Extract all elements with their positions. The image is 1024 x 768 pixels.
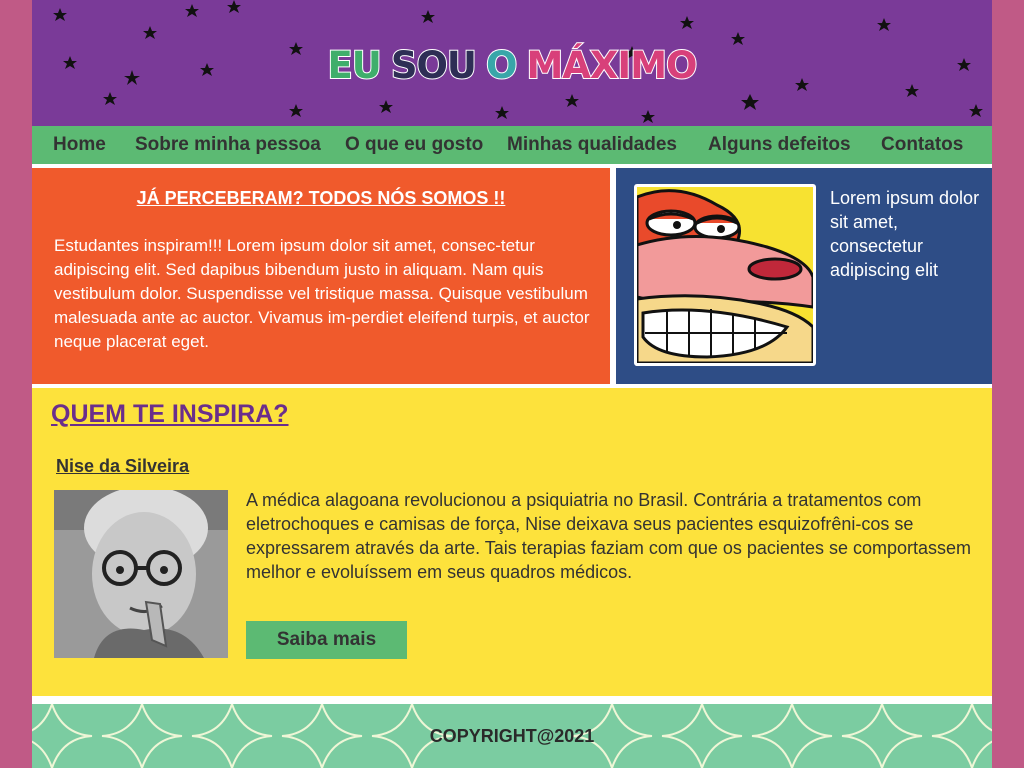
nav-item-gosto[interactable]: O que eu gosto [345, 134, 483, 156]
logo-word-3: O [485, 43, 519, 88]
person-name: Nise da Silveira [56, 456, 190, 476]
logo-word-4: MÁXIMO [525, 43, 698, 88]
logo-word-1: EU [326, 43, 382, 88]
cartoon-grin-icon [637, 187, 813, 363]
site-header: EU SOU O MÁXIMO [32, 0, 992, 126]
logo-word-2: SOU [390, 43, 478, 88]
nav-item-sobre[interactable]: Sobre minha pessoa [135, 134, 321, 156]
copyright-text: COPYRIGHT@2021 [429, 726, 595, 746]
inspire-section: QUEM TE INSPIRA? Nise da Silveira A médi… [32, 388, 992, 696]
nav-item-home[interactable]: Home [53, 134, 106, 156]
person-description: A médica alagoana revolucionou a psiquia… [246, 490, 972, 582]
nav-item-contatos[interactable]: Contatos [881, 134, 963, 156]
person-photo [54, 490, 228, 658]
main-nav: Home Sobre minha pessoa O que eu gosto M… [32, 126, 992, 164]
page: EU SOU O MÁXIMO Home Sobre minha pessoa O q… [32, 0, 992, 768]
intro-text: Estudantes inspiram!!! Lorem ipsum dolor… [54, 236, 590, 351]
side-text: Lorem ipsum dolor sit amet, consectetur … [830, 188, 980, 280]
saiba-mais-button[interactable]: Saiba mais [246, 621, 407, 659]
nav-item-qualidades[interactable]: Minhas qualidades [507, 134, 677, 156]
site-footer: COPYRIGHT@2021 [32, 704, 992, 768]
site-logo[interactable]: EU SOU O MÁXIMO [32, 43, 992, 88]
intro-panel: JÁ PERCEBERAM? TODOS NÓS SOMOS !! Estuda… [32, 168, 610, 384]
intro-heading: JÁ PERCEBERAM? TODOS NÓS SOMOS !! [136, 188, 506, 208]
avatar [634, 184, 816, 366]
side-panel: Lorem ipsum dolor sit amet, consectetur … [616, 168, 992, 384]
portrait-icon [54, 490, 228, 658]
nav-item-defeitos[interactable]: Alguns defeitos [708, 134, 851, 156]
inspire-heading: QUEM TE INSPIRA? [51, 400, 289, 428]
